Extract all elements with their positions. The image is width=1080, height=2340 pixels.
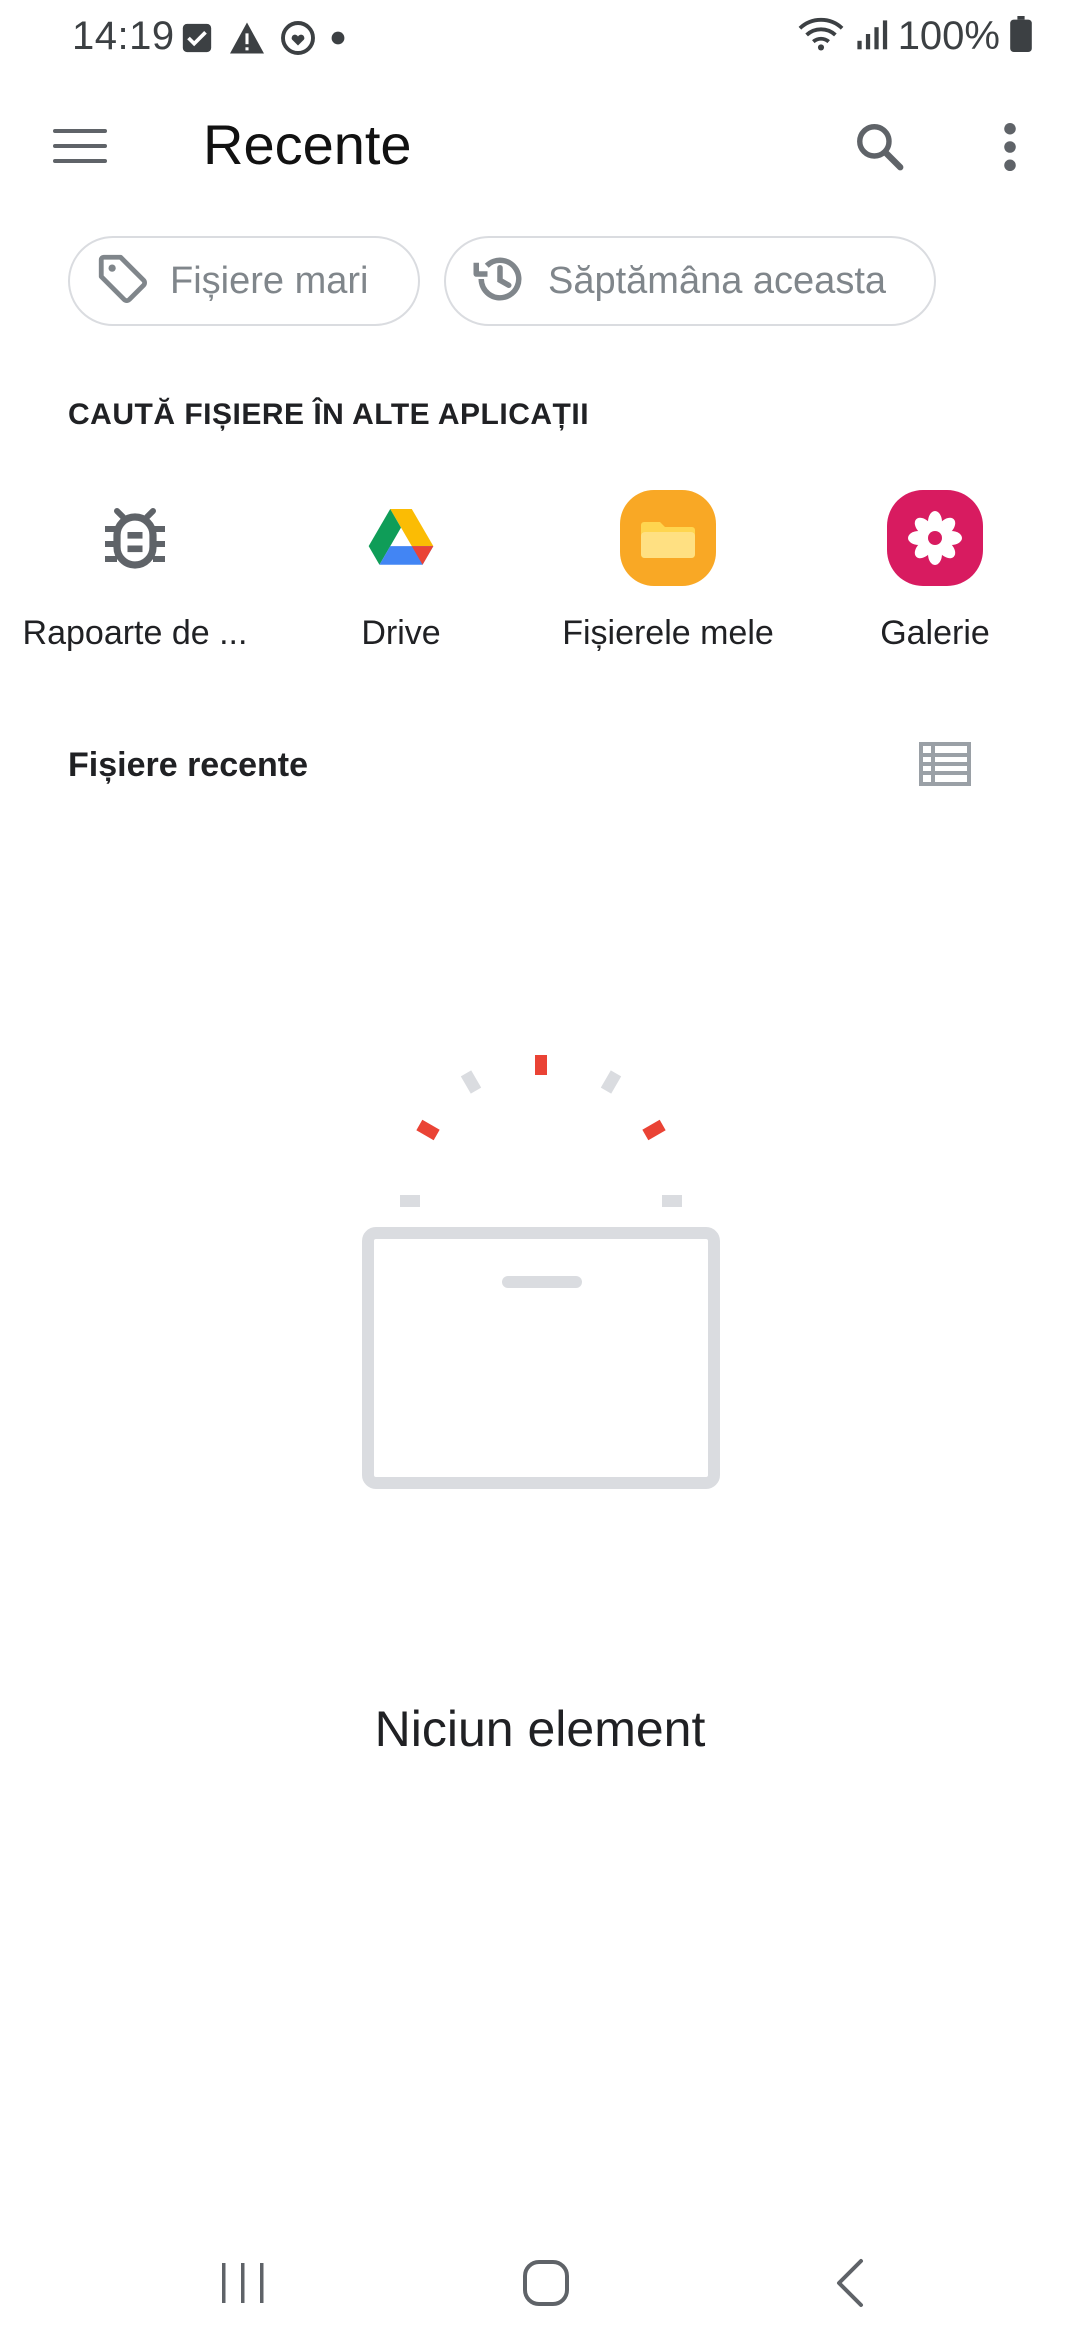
app-shortcut-gallery[interactable]: Galerie (800, 490, 1070, 680)
tag-icon (94, 250, 152, 313)
app-shortcut-drive[interactable]: Drive (266, 490, 536, 680)
recent-apps-icon (218, 2261, 268, 2310)
home-icon (522, 2259, 570, 2312)
app-shortcut-bug-reports[interactable]: Rapoarte de ... (0, 490, 270, 680)
app-label: Rapoarte de ... (22, 614, 248, 652)
empty-state-illustration (360, 1050, 720, 1500)
chip-label: Fișiere mari (170, 259, 369, 302)
hamburger-menu-icon (53, 127, 107, 170)
other-apps-header: CAUTĂ FIȘIERE ÎN ALTE APLICAȚII (68, 398, 590, 431)
app-label: Drive (361, 614, 441, 652)
signal-icon (854, 16, 888, 57)
system-nav-bar (0, 2230, 1080, 2340)
wifi-icon (798, 14, 844, 59)
folder-icon (620, 490, 716, 586)
status-notification-icons (180, 20, 346, 61)
recent-apps-button[interactable] (183, 2250, 303, 2320)
page-title: Recente (203, 113, 412, 176)
more-vert-icon (1002, 122, 1018, 177)
checkbox-notification-icon (180, 21, 214, 60)
app-label: Fișierele mele (562, 614, 774, 652)
list-view-icon (919, 741, 971, 791)
app-shortcut-my-files[interactable]: Fișierele mele (533, 490, 803, 680)
chip-this-week[interactable]: Săptămâna aceasta (444, 236, 936, 326)
battery-icon (1010, 16, 1032, 57)
app-label: Galerie (880, 614, 990, 652)
dot-icon (330, 30, 346, 51)
home-button[interactable] (486, 2250, 606, 2320)
heart-circle-icon (280, 20, 316, 61)
back-icon (835, 2258, 865, 2313)
search-button[interactable] (840, 114, 920, 184)
app-bar: Recente (0, 96, 1080, 196)
list-view-toggle-button[interactable] (910, 736, 980, 796)
history-icon (470, 249, 530, 314)
status-system-icons: 100% (798, 14, 1032, 59)
search-icon (853, 120, 907, 179)
bug-icon (87, 490, 183, 586)
status-bar: 14:19 100% (0, 0, 1080, 80)
chip-large-files[interactable]: Fișiere mari (68, 236, 420, 326)
back-button[interactable] (790, 2250, 910, 2320)
battery-percent: 100% (897, 14, 1000, 58)
recent-files-title: Fișiere recente (68, 746, 309, 784)
empty-state-text: Niciun element (374, 1701, 706, 1757)
warning-icon (228, 21, 266, 60)
chip-label: Săptămâna aceasta (548, 259, 887, 302)
gallery-flower-icon (887, 490, 983, 586)
menu-button[interactable] (40, 118, 120, 178)
more-options-button[interactable] (980, 114, 1040, 184)
google-drive-icon (353, 490, 449, 586)
status-time: 14:19 (72, 14, 175, 58)
